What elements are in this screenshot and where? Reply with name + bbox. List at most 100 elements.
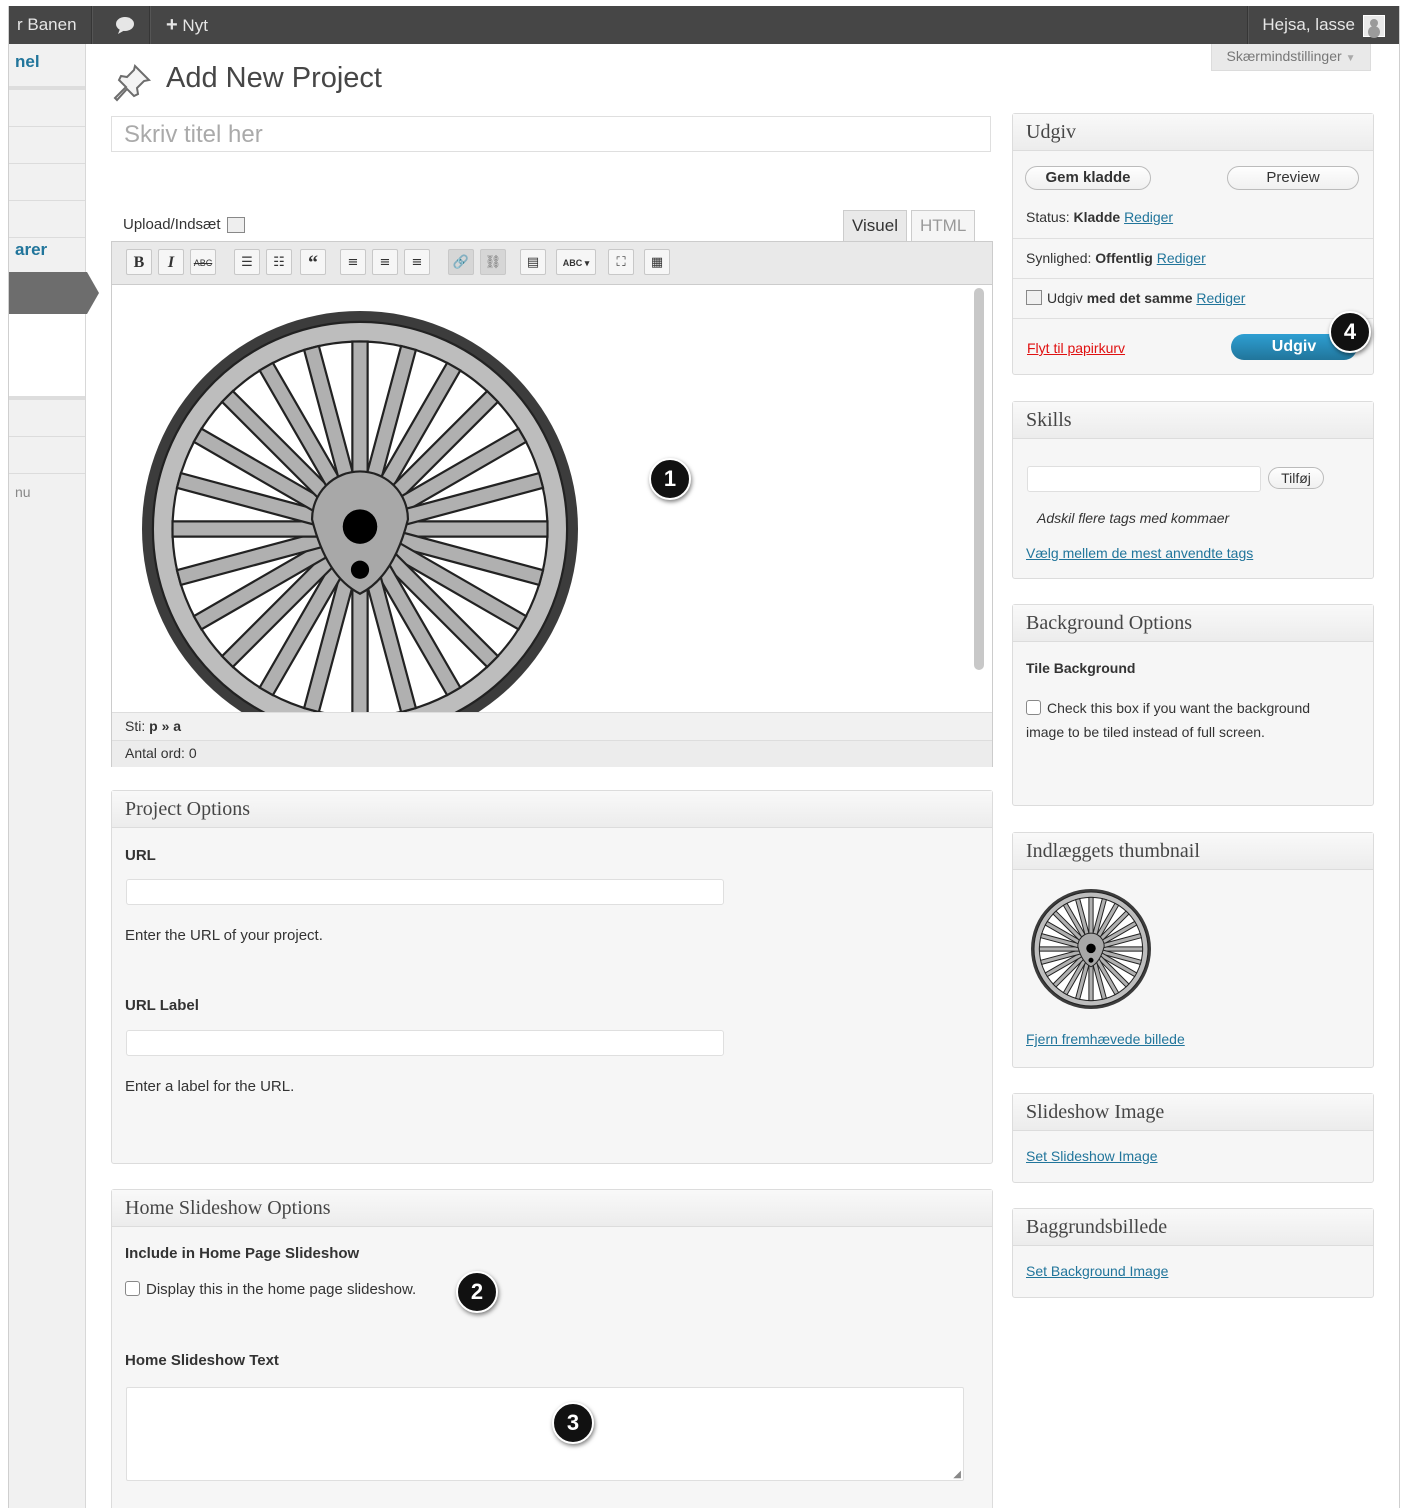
publish-title[interactable]: Udgiv: [1013, 114, 1373, 151]
new-content-menu[interactable]: + Nyt: [166, 6, 208, 44]
add-tag-button[interactable]: Tilføj: [1268, 467, 1324, 489]
move-to-trash-link[interactable]: Flyt til papirkurv: [1027, 340, 1125, 356]
project-options-box: Project Options URL Enter the URL of you…: [111, 790, 993, 1164]
editor-path-bar: Sti: p » a: [112, 712, 992, 740]
status-value: Kladde: [1073, 209, 1121, 225]
admin-bar-divider: [149, 6, 151, 44]
divider: [1013, 238, 1373, 239]
browser-frame: r Banen + Nyt Hejsa, lasse nel arer nu S…: [8, 6, 1400, 1508]
editor-scrollbar[interactable]: [974, 288, 984, 670]
blockquote-button[interactable]: “: [300, 249, 326, 275]
url-label: URL: [125, 847, 156, 864]
post-title-input[interactable]: Skriv titel her: [111, 116, 991, 152]
avatar[interactable]: [1363, 15, 1385, 37]
include-slideshow-label: Include in Home Page Slideshow: [125, 1245, 360, 1262]
tab-html[interactable]: HTML: [911, 210, 976, 241]
edit-visibility-link[interactable]: Rediger: [1157, 250, 1206, 266]
numbered-list-button[interactable]: ☷: [266, 249, 292, 275]
url-input[interactable]: [126, 879, 724, 905]
menu-item[interactable]: [9, 90, 85, 127]
set-background-image-link[interactable]: Set Background Image: [1026, 1263, 1168, 1279]
kitchen-sink-icon[interactable]: ▦: [644, 249, 670, 275]
visibility-value: Offentlig: [1095, 250, 1153, 266]
tab-visual[interactable]: Visuel: [843, 210, 907, 241]
background-options-box: Background Options Tile Background Check…: [1012, 604, 1374, 806]
align-left-button[interactable]: ≡: [340, 249, 366, 275]
plus-icon: +: [166, 14, 178, 36]
home-slideshow-title[interactable]: Home Slideshow Options: [112, 1190, 992, 1227]
background-options-title[interactable]: Background Options: [1013, 605, 1373, 642]
visibility-label: Synlighed:: [1026, 250, 1092, 266]
skills-tag-input[interactable]: [1027, 466, 1261, 492]
save-draft-button[interactable]: Gem kladde: [1025, 166, 1151, 190]
display-in-slideshow-checkbox[interactable]: [125, 1281, 140, 1296]
publish-time-prefix: Udgiv: [1047, 290, 1083, 306]
collapse-menu-label[interactable]: nu: [15, 484, 31, 500]
resize-handle-icon[interactable]: ◢: [953, 1469, 961, 1480]
bold-button[interactable]: B: [126, 249, 152, 275]
admin-bar: r Banen + Nyt Hejsa, lasse: [9, 6, 1399, 44]
project-options-title[interactable]: Project Options: [112, 791, 992, 828]
status-label: Status:: [1026, 209, 1070, 225]
display-in-slideshow-text: Display this in the home page slideshow.: [146, 1281, 417, 1298]
editor-toolbar: B I ABC ☰ ☷ “ ≡ ≡ ≡ 🔗 ⛓ ▤ ABC ▾ ⛶ ▦: [112, 242, 992, 285]
publish-time-value: med det samme: [1086, 290, 1193, 306]
tile-background-option[interactable]: Check this box if you want the backgroun…: [1026, 696, 1310, 744]
calendar-icon: [1026, 290, 1042, 305]
edit-status-link[interactable]: Rediger: [1124, 209, 1173, 225]
url-label-input[interactable]: [126, 1030, 724, 1056]
upload-insert-label: Upload/Indsæt: [123, 216, 221, 233]
italic-button[interactable]: I: [158, 249, 184, 275]
featured-image-title[interactable]: Indlæggets thumbnail: [1013, 833, 1373, 870]
divider: [1013, 278, 1373, 279]
slideshow-image-box: Slideshow Image Set Slideshow Image: [1012, 1093, 1374, 1183]
set-slideshow-image-link[interactable]: Set Slideshow Image: [1026, 1148, 1158, 1164]
preview-button[interactable]: Preview: [1227, 166, 1359, 190]
menu-item[interactable]: [9, 201, 85, 238]
wagon-wheel-image[interactable]: [140, 309, 580, 712]
spellcheck-button[interactable]: ABC ▾: [556, 249, 596, 275]
link-icon[interactable]: 🔗: [448, 249, 474, 275]
home-slideshow-box: Home Slideshow Options Include in Home P…: [111, 1189, 993, 1508]
slideshow-text-textarea[interactable]: ◢: [126, 1387, 964, 1481]
upload-insert[interactable]: Upload/Indsæt: [123, 216, 245, 234]
menu-item[interactable]: [9, 164, 85, 201]
add-media-icon[interactable]: [226, 217, 245, 234]
menu-item-label[interactable]: arer: [15, 240, 47, 260]
skills-box: Skills Tilføj Adskil flere tags med komm…: [1012, 401, 1374, 579]
tile-background-text: image to be tiled instead of full screen…: [1026, 724, 1265, 740]
strikethrough-button[interactable]: ABC: [190, 249, 216, 275]
unlink-icon[interactable]: ⛓: [480, 249, 506, 275]
featured-image-thumbnail[interactable]: [1029, 887, 1153, 1011]
page-title: Add New Project: [166, 62, 382, 94]
insert-more-icon[interactable]: ▤: [520, 249, 546, 275]
comments-icon[interactable]: [115, 6, 135, 44]
publish-box: Udgiv Gem kladde Preview Status: Kladde …: [1012, 113, 1374, 375]
fullscreen-icon[interactable]: ⛶: [608, 249, 634, 275]
align-right-button[interactable]: ≡: [404, 249, 430, 275]
skills-title[interactable]: Skills: [1013, 402, 1373, 439]
menu-item[interactable]: [9, 437, 85, 474]
remove-featured-image-link[interactable]: Fjern fremhævede billede: [1026, 1031, 1185, 1047]
display-in-slideshow-option[interactable]: Display this in the home page slideshow.: [125, 1281, 416, 1298]
tile-background-checkbox[interactable]: [1026, 700, 1041, 715]
edit-publish-time-link[interactable]: Rediger: [1196, 290, 1245, 306]
menu-item[interactable]: [9, 400, 85, 437]
screen-options-button[interactable]: Skærmindstillinger ▼: [1211, 44, 1371, 71]
menu-separator: [9, 44, 85, 90]
editor-content-area[interactable]: [112, 285, 972, 712]
content-editor: B I ABC ☰ ☷ “ ≡ ≡ ≡ 🔗 ⛓ ▤ ABC ▾ ⛶ ▦ Sti:…: [111, 241, 993, 767]
my-account-menu[interactable]: Hejsa, lasse: [1262, 6, 1355, 44]
menu-item-active[interactable]: [9, 272, 99, 314]
menu-item[interactable]: [9, 127, 85, 164]
align-center-button[interactable]: ≡: [372, 249, 398, 275]
background-image-title[interactable]: Baggrundsbillede: [1013, 1209, 1373, 1246]
new-content-label: Nyt: [182, 16, 208, 35]
screen-options-label: Skærmindstillinger: [1226, 48, 1342, 64]
site-name-link[interactable]: r Banen: [17, 6, 77, 44]
bullet-list-button[interactable]: ☰: [234, 249, 260, 275]
path-value[interactable]: p » a: [149, 718, 181, 734]
slideshow-text-label: Home Slideshow Text: [125, 1352, 279, 1369]
slideshow-image-title[interactable]: Slideshow Image: [1013, 1094, 1373, 1131]
choose-tags-link[interactable]: Vælg mellem de mest anvendte tags: [1026, 545, 1253, 561]
